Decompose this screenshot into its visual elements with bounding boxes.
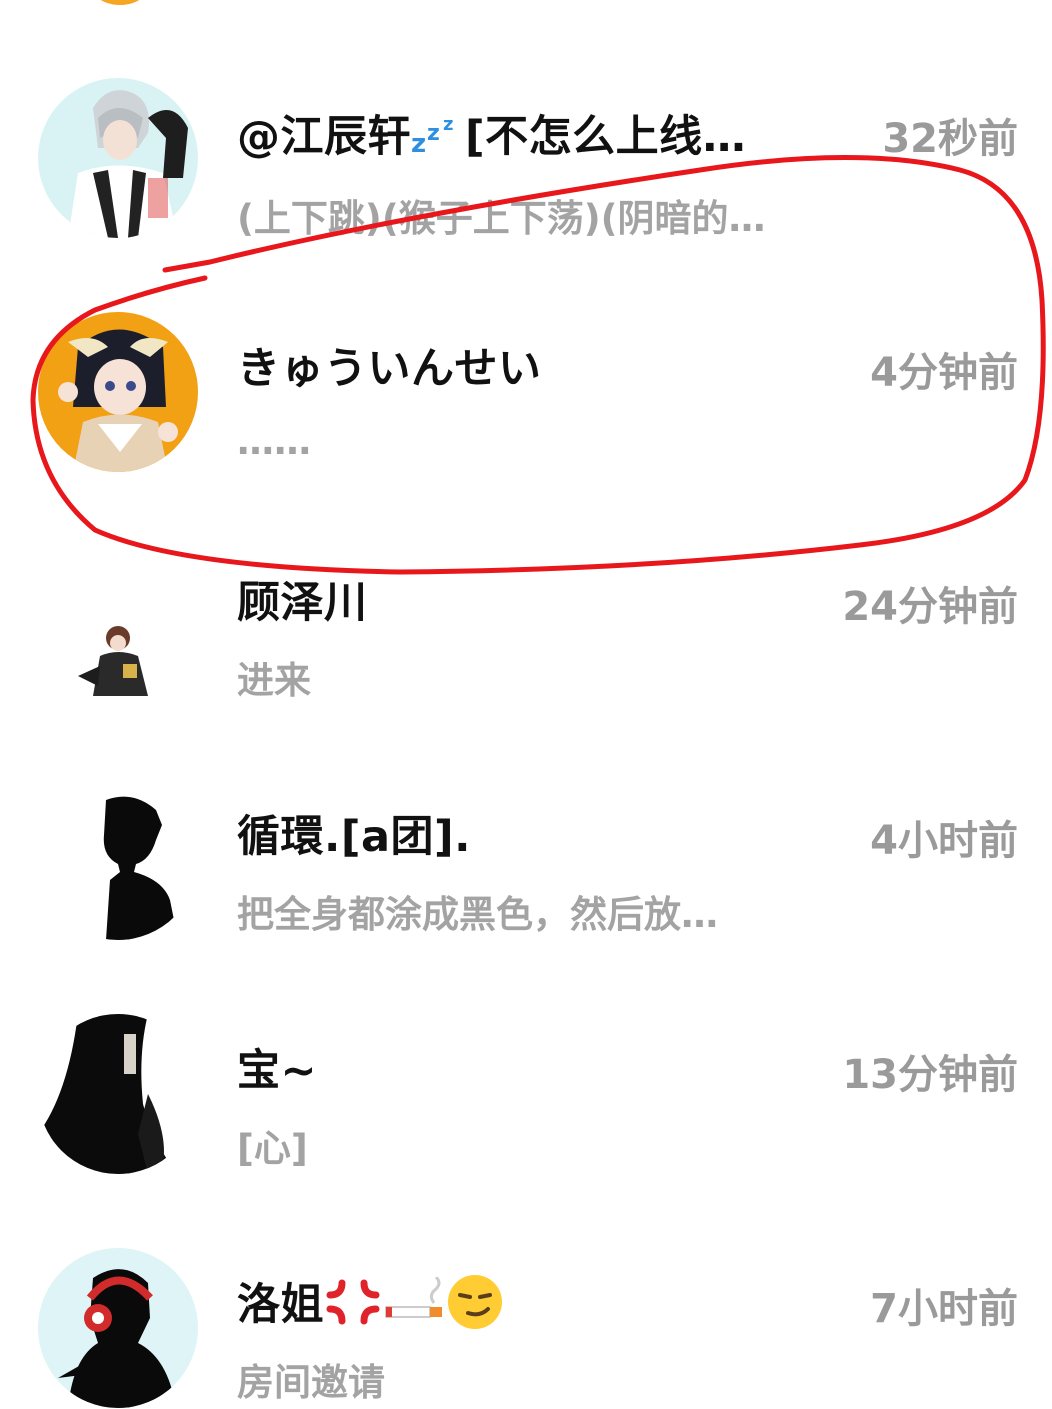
chat-preview: [心] — [237, 1127, 308, 1170]
chat-name: 洛姐 — [237, 1270, 797, 1342]
zzz-icon: zzz — [411, 112, 465, 167]
chat-preview: …… — [237, 420, 311, 463]
chat-name: 宝~ — [237, 1046, 318, 1096]
chat-preview: (上下跳)(猴子上下荡)(阴暗的… — [237, 197, 766, 240]
chat-preview: 进来 — [237, 659, 311, 702]
chat-row[interactable]: @江辰轩 z z z [不怎么上线… 32秒前 (上下跳)(猴子上下荡)(阴暗的… — [0, 78, 1052, 312]
chat-name-suffix: [不怎么上线… — [465, 112, 747, 162]
chat-time: 32秒前 — [882, 116, 1018, 162]
chat-row[interactable]: 循環.[a团]. 4小时前 把全身都涂成黑色，然后放… — [0, 780, 1052, 1014]
white-haired-character-avatar — [38, 78, 198, 238]
small-character-avatar — [38, 546, 198, 706]
chat-name-text: 洛姐 — [237, 1280, 324, 1330]
chat-preview: 房间邀请 — [237, 1361, 385, 1404]
chat-row[interactable]: 顾泽川 24分钟前 进来 — [0, 546, 1052, 780]
svg-text:z: z — [443, 114, 454, 135]
black-silhouette-avatar — [38, 780, 198, 940]
avatar[interactable] — [38, 1014, 198, 1174]
chat-time: 13分钟前 — [842, 1052, 1018, 1098]
chat-time: 7小时前 — [870, 1286, 1018, 1332]
chat-time: 4小时前 — [870, 818, 1018, 864]
chat-row[interactable]: 洛姐 7小时前 房间邀请 — [0, 1248, 1052, 1409]
svg-text:z: z — [411, 129, 427, 156]
avatar[interactable] — [38, 78, 198, 238]
anger-icon — [324, 1277, 382, 1338]
chat-preview: 把全身都涂成黑色，然后放… — [237, 893, 718, 936]
avatar[interactable] — [38, 1248, 198, 1408]
chat-name: 顾泽川 — [237, 578, 368, 628]
smirk-face-icon — [446, 1273, 504, 1342]
avatar[interactable] — [38, 780, 198, 940]
svg-text:z: z — [427, 121, 440, 146]
chat-list-screen: @江辰轩 z z z [不怎么上线… 32秒前 (上下跳)(猴子上下荡)(阴暗的… きゅ… — [0, 0, 1052, 1409]
chat-name: @江辰轩 z z z [不怎么上线… — [237, 102, 857, 167]
chat-name: きゅういんせい — [237, 344, 542, 394]
chat-name: 循環.[a团]. — [237, 812, 471, 862]
partial-avatar[interactable] — [85, 0, 155, 5]
chat-time: 4分钟前 — [870, 350, 1018, 396]
chat-row[interactable]: きゅういんせい 4分钟前 …… — [0, 312, 1052, 546]
chat-name-text: @江辰轩 — [237, 112, 411, 162]
chat-time: 24分钟前 — [842, 584, 1018, 630]
headphones-silhouette-avatar — [38, 1248, 198, 1408]
cigarette-icon — [382, 1275, 446, 1338]
chat-row[interactable]: 宝~ 13分钟前 [心] — [0, 1014, 1052, 1248]
dark-figure-avatar — [38, 1014, 198, 1174]
avatar[interactable] — [38, 546, 198, 706]
orange-background-anime-girl-avatar — [38, 312, 198, 472]
avatar[interactable] — [38, 312, 198, 472]
